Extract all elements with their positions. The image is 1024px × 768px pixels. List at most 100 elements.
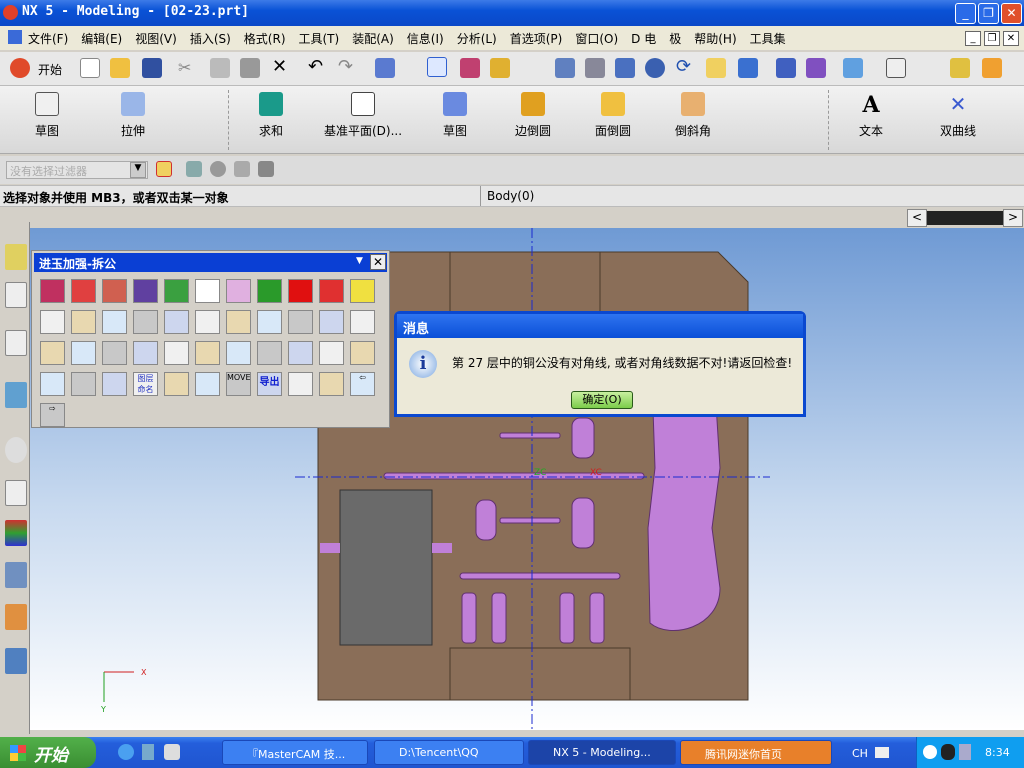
zoom-in-icon[interactable] [645,58,665,78]
shade-icon[interactable] [843,58,863,78]
task-nx[interactable]: NX 5 - Modeling... [528,740,676,765]
roles-icon[interactable] [5,604,27,630]
system-scenes-icon[interactable] [5,648,27,674]
profile-icon[interactable] [350,310,375,334]
ok-button[interactable]: 确定(O) [571,391,633,409]
doc-minimize-button[interactable]: _ [965,31,981,46]
scroll-track[interactable] [927,211,1003,225]
diagonal-icon[interactable] [71,372,96,396]
assembly-navigator-icon[interactable] [5,244,27,270]
menu-preferences[interactable]: 首选项(P) [510,30,563,47]
split2-icon[interactable] [195,310,220,334]
blank-icon[interactable] [288,310,313,334]
yellow-box-icon[interactable] [350,279,375,303]
quick-launch-icon[interactable] [164,744,180,760]
crosshair-icon[interactable] [40,372,65,396]
text-button[interactable]: A 文本 [846,92,896,139]
plane-icon[interactable] [226,279,251,303]
move-icon[interactable]: MOVE [226,372,251,396]
maximize-button[interactable]: ❐ [978,3,999,24]
gear-box-icon[interactable] [164,341,189,365]
menu-toolset[interactable]: 工具集 [750,30,786,47]
edge-blend-button[interactable]: 边倒圆 [508,92,558,139]
task-folder[interactable]: D:\Tencent\QQ [374,740,524,765]
qq-icon[interactable] [941,744,955,760]
start-button[interactable]: 开始 [0,737,96,768]
menu-help[interactable]: 帮助(H) [694,30,736,47]
point-icon[interactable] [490,58,510,78]
menu-pole[interactable]: 极 [669,30,681,47]
select-icon[interactable] [427,57,447,77]
keyboard-icon[interactable] [875,747,889,758]
pan-icon[interactable] [706,58,726,78]
menu-tools[interactable]: 工具(T) [299,30,340,47]
insert-icon[interactable] [257,341,282,365]
scroll-right-button[interactable]: > [1003,209,1023,227]
delete-icon[interactable]: ✕ [272,56,292,77]
overlap-icon[interactable] [226,341,251,365]
measure-icon[interactable] [950,58,970,78]
sketch-button[interactable]: 草图 [22,92,72,139]
bone-icon[interactable] [40,310,65,334]
arrow-right-icon[interactable]: ⇨ [40,403,65,427]
layer-move-icon[interactable] [806,58,826,78]
menu-format[interactable]: 格式(R) [244,30,286,47]
cut-icon[interactable]: ✂ [178,58,198,78]
bracket-icon[interactable] [102,310,127,334]
frame-icon[interactable] [40,279,65,303]
paste-icon[interactable] [240,58,260,78]
point-snap-icon[interactable] [234,161,250,177]
chevron-down-icon[interactable]: ▼ [356,256,363,266]
cross-icon[interactable] [102,341,127,365]
network-icon[interactable] [959,744,971,760]
cylinder-icon[interactable] [195,279,220,303]
chamfer-button[interactable]: 倒斜角 [668,92,718,139]
palette-title-bar[interactable]: 进玉加强-拆公 ▼ ✕ [34,253,387,272]
circles-icon[interactable] [40,341,65,365]
wave-icon[interactable] [71,341,96,365]
funnel-icon[interactable] [195,341,220,365]
menu-analysis[interactable]: 分析(L) [457,30,497,47]
menu-insert[interactable]: 插入(S) [190,30,231,47]
zoom-window-icon[interactable] [585,58,605,78]
delete-shape-icon[interactable] [164,372,189,396]
doc-close-button[interactable]: ✕ [1003,31,1019,46]
pocket-icon[interactable] [319,310,344,334]
print-icon[interactable] [319,372,344,396]
cut-box-icon[interactable] [226,310,251,334]
redo-icon[interactable]: ↷ [338,56,358,77]
surface-icon[interactable] [133,279,158,303]
undo-icon[interactable]: ↶ [308,56,328,77]
wire-box-icon[interactable] [164,279,189,303]
hyperbola-button[interactable]: ✕ 双曲线 [930,92,986,139]
save-icon[interactable] [142,58,162,78]
arrow-left-icon[interactable]: ⇦ [350,372,375,396]
font-icon[interactable] [319,341,344,365]
process-studio-icon[interactable] [5,562,27,588]
type-filter-dropdown[interactable]: 没有选择过滤器 [6,161,148,179]
arrow-gray-icon[interactable] [195,372,220,396]
new-icon[interactable] [80,58,100,78]
zoom-icon[interactable] [615,58,635,78]
constraint-navigator-icon[interactable] [5,282,27,308]
copy-icon[interactable] [210,58,230,78]
quick-launch-icon[interactable] [142,744,154,760]
menu-file[interactable]: 文件(F) [28,30,68,47]
palette-icon[interactable] [5,520,27,546]
snap-icon[interactable] [460,58,480,78]
web-browser-icon[interactable] [5,382,27,408]
menu-window[interactable]: 窗口(O) [575,30,618,47]
close-button[interactable]: ✕ [1001,3,1022,24]
minimize-button[interactable]: _ [955,3,976,24]
solid-icon[interactable] [210,161,226,177]
menu-info[interactable]: 信息(I) [407,30,444,47]
map-icon[interactable] [288,372,313,396]
red-box-icon[interactable] [319,279,344,303]
menu-assembly[interactable]: 装配(A) [352,30,394,47]
line-icon[interactable] [257,279,282,303]
open-icon[interactable] [110,58,130,78]
display-icon[interactable] [886,58,906,78]
language-indicator[interactable]: CH [852,747,868,760]
task-mastercam[interactable]: 『MasterCAM 技... [222,740,368,765]
block-icon[interactable] [102,279,127,303]
